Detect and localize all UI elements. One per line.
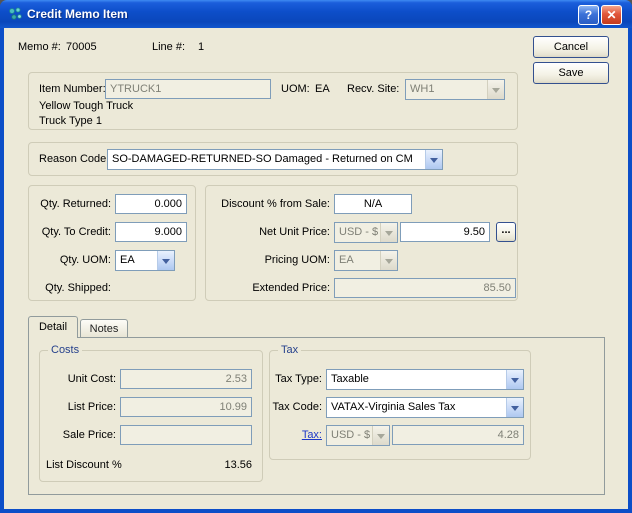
item-groupbox: Item Number: YTRUCK1 UOM: EA Recv. Site:…: [28, 72, 518, 130]
tax-group-title: Tax: [278, 344, 301, 357]
tab-detail[interactable]: Detail: [28, 316, 78, 338]
item-description-line2: Truck Type 1: [39, 115, 102, 128]
recv-site-combo: WH1: [405, 79, 505, 100]
chevron-down-icon: [380, 223, 397, 242]
tax-code-combo[interactable]: VATAX-Virginia Sales Tax: [326, 397, 524, 418]
net-unit-price-label: Net Unit Price:: [206, 226, 330, 239]
reason-code-label: Reason Code:: [39, 153, 109, 166]
help-button[interactable]: ?: [578, 5, 599, 25]
discount-from-sale-label: Discount % from Sale:: [206, 198, 330, 211]
unit-cost-label: Unit Cost:: [40, 373, 116, 386]
memo-number-label: Memo #:: [18, 41, 61, 54]
tax-type-combo[interactable]: Taxable: [326, 369, 524, 390]
title-bar[interactable]: Credit Memo Item: [0, 0, 632, 28]
sale-price-label: Sale Price:: [40, 429, 116, 442]
qty-to-credit-label: Qty. To Credit:: [29, 226, 111, 239]
uom-value: EA: [315, 83, 330, 96]
costs-groupbox: Costs Unit Cost: 2.53 List Price: 10.99 …: [39, 350, 263, 482]
tax-amount-field: 4.28: [392, 425, 524, 445]
discount-from-sale-field[interactable]: N/A: [334, 194, 412, 214]
item-number-field: YTRUCK1: [105, 79, 271, 99]
extended-price-field: 85.50: [334, 278, 516, 298]
tax-code-label: Tax Code:: [270, 401, 322, 414]
list-discount-label: List Discount %: [46, 459, 122, 472]
uom-label: UOM:: [281, 83, 310, 96]
help-icon: ?: [585, 8, 592, 22]
currency-combo: USD - $: [334, 222, 398, 243]
chevron-down-icon: [157, 251, 174, 270]
qty-uom-label: Qty. UOM:: [29, 254, 111, 267]
qty-returned-field[interactable]: 0.000: [115, 194, 187, 214]
close-icon: ✕: [606, 8, 616, 22]
app-icon: [7, 6, 23, 22]
unit-cost-field: 2.53: [120, 369, 252, 389]
pricing-groupbox: Discount % from Sale: N/A Net Unit Price…: [205, 185, 518, 301]
close-button[interactable]: ✕: [601, 5, 622, 25]
qty-to-credit-field[interactable]: 9.000: [115, 222, 187, 242]
credit-memo-item-window: Credit Memo Item ? ✕ Memo #: 70005 Line …: [0, 0, 632, 513]
item-description-line1: Yellow Tough Truck: [39, 100, 133, 113]
qty-uom-combo[interactable]: EA: [115, 250, 175, 271]
cancel-button[interactable]: Cancel: [533, 36, 609, 58]
chevron-down-icon: [372, 426, 389, 445]
reason-groupbox: Reason Code: SO-DAMAGED-RETURNED-SO Dama…: [28, 142, 518, 176]
chevron-down-icon: [380, 251, 397, 270]
tax-type-label: Tax Type:: [270, 373, 322, 386]
list-discount-value: 13.56: [152, 459, 252, 472]
net-unit-price-field[interactable]: 9.50: [400, 222, 490, 242]
list-price-label: List Price:: [40, 401, 116, 414]
tab-notes[interactable]: Notes: [80, 319, 128, 338]
qty-returned-label: Qty. Returned:: [29, 198, 111, 211]
list-price-field: 10.99: [120, 397, 252, 417]
chevron-down-icon: [506, 398, 523, 417]
dialog-client-area: Memo #: 70005 Line #: 1 Cancel Save Item…: [4, 28, 628, 509]
costs-group-title: Costs: [48, 344, 82, 357]
chevron-down-icon: [487, 80, 504, 99]
line-number-label: Line #:: [152, 41, 185, 54]
sale-price-field: [120, 425, 252, 445]
memo-number-value: 70005: [66, 41, 97, 54]
extended-price-label: Extended Price:: [206, 282, 330, 295]
pricing-uom-label: Pricing UOM:: [206, 254, 330, 267]
item-number-label: Item Number:: [39, 83, 106, 96]
window-title: Credit Memo Item: [27, 7, 128, 21]
quantity-groupbox: Qty. Returned: 0.000 Qty. To Credit: 9.0…: [28, 185, 196, 301]
detail-tab-panel: Costs Unit Cost: 2.53 List Price: 10.99 …: [28, 337, 605, 495]
qty-shipped-label: Qty. Shipped:: [29, 282, 111, 295]
chevron-down-icon: [425, 150, 442, 169]
save-button[interactable]: Save: [533, 62, 609, 84]
tax-groupbox: Tax Tax Type: Taxable Tax Code: VATAX-Vi…: [269, 350, 531, 460]
recv-site-label: Recv. Site:: [347, 83, 399, 96]
tax-currency-combo: USD - $: [326, 425, 390, 446]
line-number-value: 1: [198, 41, 204, 54]
more-options-button[interactable]: ...: [496, 222, 516, 242]
tax-link[interactable]: Tax:: [270, 429, 322, 442]
chevron-down-icon: [506, 370, 523, 389]
pricing-uom-combo: EA: [334, 250, 398, 271]
reason-code-combo[interactable]: SO-DAMAGED-RETURNED-SO Damaged - Returne…: [107, 149, 443, 170]
